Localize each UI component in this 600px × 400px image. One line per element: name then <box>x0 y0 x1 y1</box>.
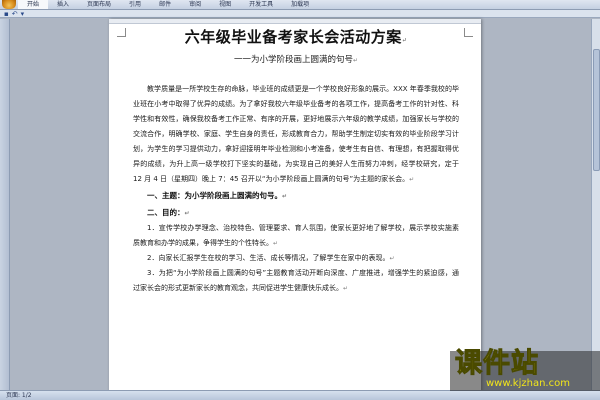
paragraph-mark: ↵ <box>352 57 359 64</box>
paragraph-mark: ↵ <box>401 37 408 44</box>
document-subtitle: 一一为小学阶段画上圆满的句号↵ <box>233 55 359 65</box>
paragraph-mark: ↵ <box>282 193 288 200</box>
margin-corner-mark <box>464 28 473 37</box>
tab-page-layout[interactable]: 页面布局 <box>78 0 120 9</box>
status-bar: 页面: 1/2 <box>0 390 600 400</box>
section-heading-theme: 一、主题：为小学阶段画上圆满的句号。↵ <box>147 191 288 200</box>
tab-developer[interactable]: 开发工具 <box>240 0 282 9</box>
vertical-scrollbar[interactable] <box>591 19 600 391</box>
intro-paragraph: 教学质量是一所学校生存的命脉，毕业班的成绩更是一个学校良好形象的展示。XXX 年… <box>133 85 459 183</box>
customize-dropdown-icon[interactable]: ▾ <box>21 10 25 18</box>
page-top-margin-guide <box>109 19 481 24</box>
tab-references[interactable]: 引用 <box>120 0 150 9</box>
scrollbar-thumb[interactable] <box>593 49 600 171</box>
list-item: 1．宣传学校办学理念、治校特色、管理要求、育人氛围，使家长更好地了解学校，展示学… <box>133 224 459 247</box>
tab-view[interactable]: 视图 <box>210 0 240 9</box>
vertical-ruler <box>0 19 10 391</box>
save-icon[interactable]: ▪ <box>4 10 9 18</box>
paragraph-mark: ↵ <box>343 285 349 292</box>
paragraph-mark: ↵ <box>409 176 415 183</box>
tab-add-ins[interactable]: 加载项 <box>282 0 318 9</box>
section-heading-purpose: 二、目的：↵ <box>147 208 190 217</box>
watermark-url: www.kjzhan.com <box>486 378 570 389</box>
tab-insert[interactable]: 插入 <box>48 0 78 9</box>
undo-icon[interactable]: ↶ <box>12 10 18 18</box>
tab-mailings[interactable]: 邮件 <box>150 0 180 9</box>
tab-home[interactable]: 开始 <box>18 0 49 9</box>
paragraph-mark: ↵ <box>184 210 190 217</box>
list-item: 3．为把“为小学阶段画上圆满的句号”主题教育活动开断向深度、广度推进，增强学生的… <box>133 269 459 292</box>
document-body[interactable]: 六年级毕业备考家长会活动方案↵ 一一为小学阶段画上圆满的句号↵ 教学质量是一所学… <box>133 27 459 296</box>
tab-review[interactable]: 审阅 <box>180 0 210 9</box>
paragraph-mark: ↵ <box>389 255 395 262</box>
list-item: 2．向家长汇报学生在校的学习、生活、成长等情况，了解学生在家中的表现。↵ <box>147 254 395 262</box>
document-page[interactable]: 六年级毕业备考家长会活动方案↵ 一一为小学阶段画上圆满的句号↵ 教学质量是一所学… <box>109 19 481 400</box>
quick-access-toolbar: ▪ ↶ ▾ <box>0 10 600 18</box>
ribbon-tab-bar: 开始 插入 页面布局 引用 邮件 审阅 视图 开发工具 加载项 <box>0 0 600 10</box>
page-count[interactable]: 页面: 1/2 <box>6 391 32 400</box>
watermark-logo: 课件站 <box>455 348 539 379</box>
document-title: 六年级毕业备考家长会活动方案↵ <box>184 28 408 46</box>
office-button[interactable] <box>2 0 16 9</box>
margin-corner-mark <box>117 28 126 37</box>
paragraph-mark: ↵ <box>273 240 279 247</box>
